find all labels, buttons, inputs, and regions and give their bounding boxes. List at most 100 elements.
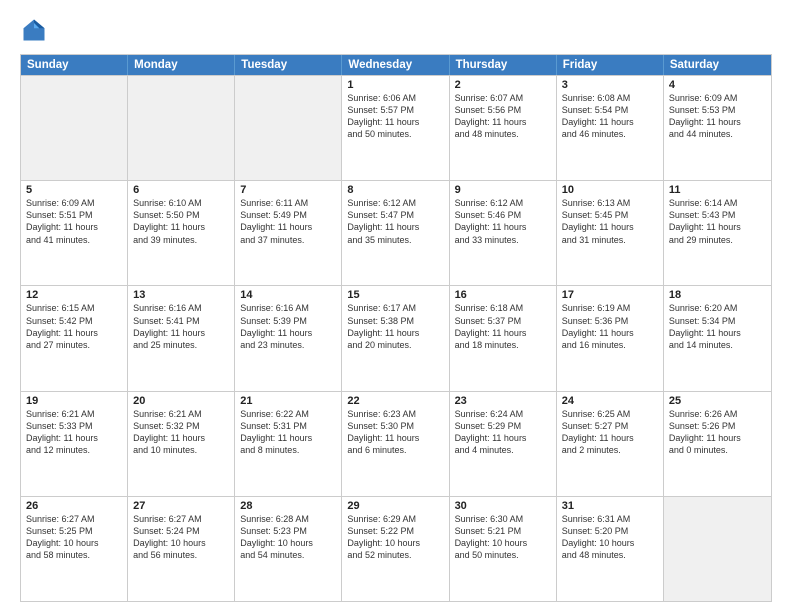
day-info: Sunrise: 6:16 AM Sunset: 5:41 PM Dayligh…: [133, 302, 229, 351]
logo-icon: [20, 16, 48, 44]
day-number: 29: [347, 500, 443, 512]
calendar-row: 12Sunrise: 6:15 AM Sunset: 5:42 PM Dayli…: [21, 285, 771, 390]
day-info: Sunrise: 6:27 AM Sunset: 5:24 PM Dayligh…: [133, 513, 229, 562]
day-number: 15: [347, 289, 443, 301]
day-info: Sunrise: 6:09 AM Sunset: 5:53 PM Dayligh…: [669, 92, 766, 141]
calendar-row: 5Sunrise: 6:09 AM Sunset: 5:51 PM Daylig…: [21, 180, 771, 285]
header: [20, 16, 772, 44]
day-info: Sunrise: 6:22 AM Sunset: 5:31 PM Dayligh…: [240, 408, 336, 457]
day-info: Sunrise: 6:28 AM Sunset: 5:23 PM Dayligh…: [240, 513, 336, 562]
calendar-cell: 18Sunrise: 6:20 AM Sunset: 5:34 PM Dayli…: [664, 286, 771, 390]
calendar-header: SundayMondayTuesdayWednesdayThursdayFrid…: [21, 55, 771, 75]
day-info: Sunrise: 6:12 AM Sunset: 5:46 PM Dayligh…: [455, 197, 551, 246]
calendar-cell: 6Sunrise: 6:10 AM Sunset: 5:50 PM Daylig…: [128, 181, 235, 285]
calendar-body: 1Sunrise: 6:06 AM Sunset: 5:57 PM Daylig…: [21, 75, 771, 601]
day-number: 6: [133, 184, 229, 196]
day-info: Sunrise: 6:08 AM Sunset: 5:54 PM Dayligh…: [562, 92, 658, 141]
calendar-cell: 28Sunrise: 6:28 AM Sunset: 5:23 PM Dayli…: [235, 497, 342, 601]
day-number: 31: [562, 500, 658, 512]
calendar-cell: 25Sunrise: 6:26 AM Sunset: 5:26 PM Dayli…: [664, 392, 771, 496]
day-info: Sunrise: 6:24 AM Sunset: 5:29 PM Dayligh…: [455, 408, 551, 457]
day-info: Sunrise: 6:11 AM Sunset: 5:49 PM Dayligh…: [240, 197, 336, 246]
calendar-cell: 17Sunrise: 6:19 AM Sunset: 5:36 PM Dayli…: [557, 286, 664, 390]
calendar-cell: 14Sunrise: 6:16 AM Sunset: 5:39 PM Dayli…: [235, 286, 342, 390]
calendar-row: 26Sunrise: 6:27 AM Sunset: 5:25 PM Dayli…: [21, 496, 771, 601]
calendar: SundayMondayTuesdayWednesdayThursdayFrid…: [20, 54, 772, 602]
day-info: Sunrise: 6:27 AM Sunset: 5:25 PM Dayligh…: [26, 513, 122, 562]
calendar-cell: 30Sunrise: 6:30 AM Sunset: 5:21 PM Dayli…: [450, 497, 557, 601]
day-number: 7: [240, 184, 336, 196]
day-number: 4: [669, 79, 766, 91]
calendar-cell: [664, 497, 771, 601]
calendar-cell: 8Sunrise: 6:12 AM Sunset: 5:47 PM Daylig…: [342, 181, 449, 285]
calendar-cell: 26Sunrise: 6:27 AM Sunset: 5:25 PM Dayli…: [21, 497, 128, 601]
day-number: 2: [455, 79, 551, 91]
day-info: Sunrise: 6:19 AM Sunset: 5:36 PM Dayligh…: [562, 302, 658, 351]
page: SundayMondayTuesdayWednesdayThursdayFrid…: [0, 0, 792, 612]
day-info: Sunrise: 6:31 AM Sunset: 5:20 PM Dayligh…: [562, 513, 658, 562]
calendar-row: 1Sunrise: 6:06 AM Sunset: 5:57 PM Daylig…: [21, 75, 771, 180]
day-info: Sunrise: 6:06 AM Sunset: 5:57 PM Dayligh…: [347, 92, 443, 141]
calendar-cell: [128, 76, 235, 180]
calendar-cell: 21Sunrise: 6:22 AM Sunset: 5:31 PM Dayli…: [235, 392, 342, 496]
day-info: Sunrise: 6:20 AM Sunset: 5:34 PM Dayligh…: [669, 302, 766, 351]
weekday-header: Monday: [128, 55, 235, 75]
calendar-cell: 13Sunrise: 6:16 AM Sunset: 5:41 PM Dayli…: [128, 286, 235, 390]
day-number: 10: [562, 184, 658, 196]
day-number: 1: [347, 79, 443, 91]
day-number: 8: [347, 184, 443, 196]
day-number: 9: [455, 184, 551, 196]
day-number: 22: [347, 395, 443, 407]
calendar-cell: 5Sunrise: 6:09 AM Sunset: 5:51 PM Daylig…: [21, 181, 128, 285]
day-info: Sunrise: 6:26 AM Sunset: 5:26 PM Dayligh…: [669, 408, 766, 457]
day-number: 18: [669, 289, 766, 301]
day-number: 30: [455, 500, 551, 512]
calendar-cell: 31Sunrise: 6:31 AM Sunset: 5:20 PM Dayli…: [557, 497, 664, 601]
logo: [20, 16, 52, 44]
day-info: Sunrise: 6:29 AM Sunset: 5:22 PM Dayligh…: [347, 513, 443, 562]
calendar-cell: 1Sunrise: 6:06 AM Sunset: 5:57 PM Daylig…: [342, 76, 449, 180]
calendar-cell: 4Sunrise: 6:09 AM Sunset: 5:53 PM Daylig…: [664, 76, 771, 180]
calendar-cell: 10Sunrise: 6:13 AM Sunset: 5:45 PM Dayli…: [557, 181, 664, 285]
day-info: Sunrise: 6:14 AM Sunset: 5:43 PM Dayligh…: [669, 197, 766, 246]
calendar-cell: [21, 76, 128, 180]
day-info: Sunrise: 6:15 AM Sunset: 5:42 PM Dayligh…: [26, 302, 122, 351]
day-number: 25: [669, 395, 766, 407]
calendar-cell: 9Sunrise: 6:12 AM Sunset: 5:46 PM Daylig…: [450, 181, 557, 285]
day-number: 28: [240, 500, 336, 512]
calendar-cell: [235, 76, 342, 180]
day-info: Sunrise: 6:09 AM Sunset: 5:51 PM Dayligh…: [26, 197, 122, 246]
day-info: Sunrise: 6:30 AM Sunset: 5:21 PM Dayligh…: [455, 513, 551, 562]
weekday-header: Wednesday: [342, 55, 449, 75]
calendar-cell: 24Sunrise: 6:25 AM Sunset: 5:27 PM Dayli…: [557, 392, 664, 496]
day-info: Sunrise: 6:17 AM Sunset: 5:38 PM Dayligh…: [347, 302, 443, 351]
weekday-header: Tuesday: [235, 55, 342, 75]
calendar-cell: 19Sunrise: 6:21 AM Sunset: 5:33 PM Dayli…: [21, 392, 128, 496]
day-number: 24: [562, 395, 658, 407]
calendar-cell: 2Sunrise: 6:07 AM Sunset: 5:56 PM Daylig…: [450, 76, 557, 180]
calendar-row: 19Sunrise: 6:21 AM Sunset: 5:33 PM Dayli…: [21, 391, 771, 496]
calendar-cell: 27Sunrise: 6:27 AM Sunset: 5:24 PM Dayli…: [128, 497, 235, 601]
calendar-cell: 15Sunrise: 6:17 AM Sunset: 5:38 PM Dayli…: [342, 286, 449, 390]
weekday-header: Friday: [557, 55, 664, 75]
day-number: 27: [133, 500, 229, 512]
day-number: 21: [240, 395, 336, 407]
day-info: Sunrise: 6:18 AM Sunset: 5:37 PM Dayligh…: [455, 302, 551, 351]
calendar-cell: 20Sunrise: 6:21 AM Sunset: 5:32 PM Dayli…: [128, 392, 235, 496]
weekday-header: Saturday: [664, 55, 771, 75]
day-info: Sunrise: 6:21 AM Sunset: 5:32 PM Dayligh…: [133, 408, 229, 457]
day-info: Sunrise: 6:12 AM Sunset: 5:47 PM Dayligh…: [347, 197, 443, 246]
day-number: 11: [669, 184, 766, 196]
day-number: 17: [562, 289, 658, 301]
calendar-cell: 12Sunrise: 6:15 AM Sunset: 5:42 PM Dayli…: [21, 286, 128, 390]
day-number: 12: [26, 289, 122, 301]
calendar-cell: 29Sunrise: 6:29 AM Sunset: 5:22 PM Dayli…: [342, 497, 449, 601]
day-number: 5: [26, 184, 122, 196]
calendar-cell: 3Sunrise: 6:08 AM Sunset: 5:54 PM Daylig…: [557, 76, 664, 180]
weekday-header: Thursday: [450, 55, 557, 75]
day-info: Sunrise: 6:25 AM Sunset: 5:27 PM Dayligh…: [562, 408, 658, 457]
day-number: 23: [455, 395, 551, 407]
day-number: 26: [26, 500, 122, 512]
day-info: Sunrise: 6:16 AM Sunset: 5:39 PM Dayligh…: [240, 302, 336, 351]
calendar-cell: 22Sunrise: 6:23 AM Sunset: 5:30 PM Dayli…: [342, 392, 449, 496]
